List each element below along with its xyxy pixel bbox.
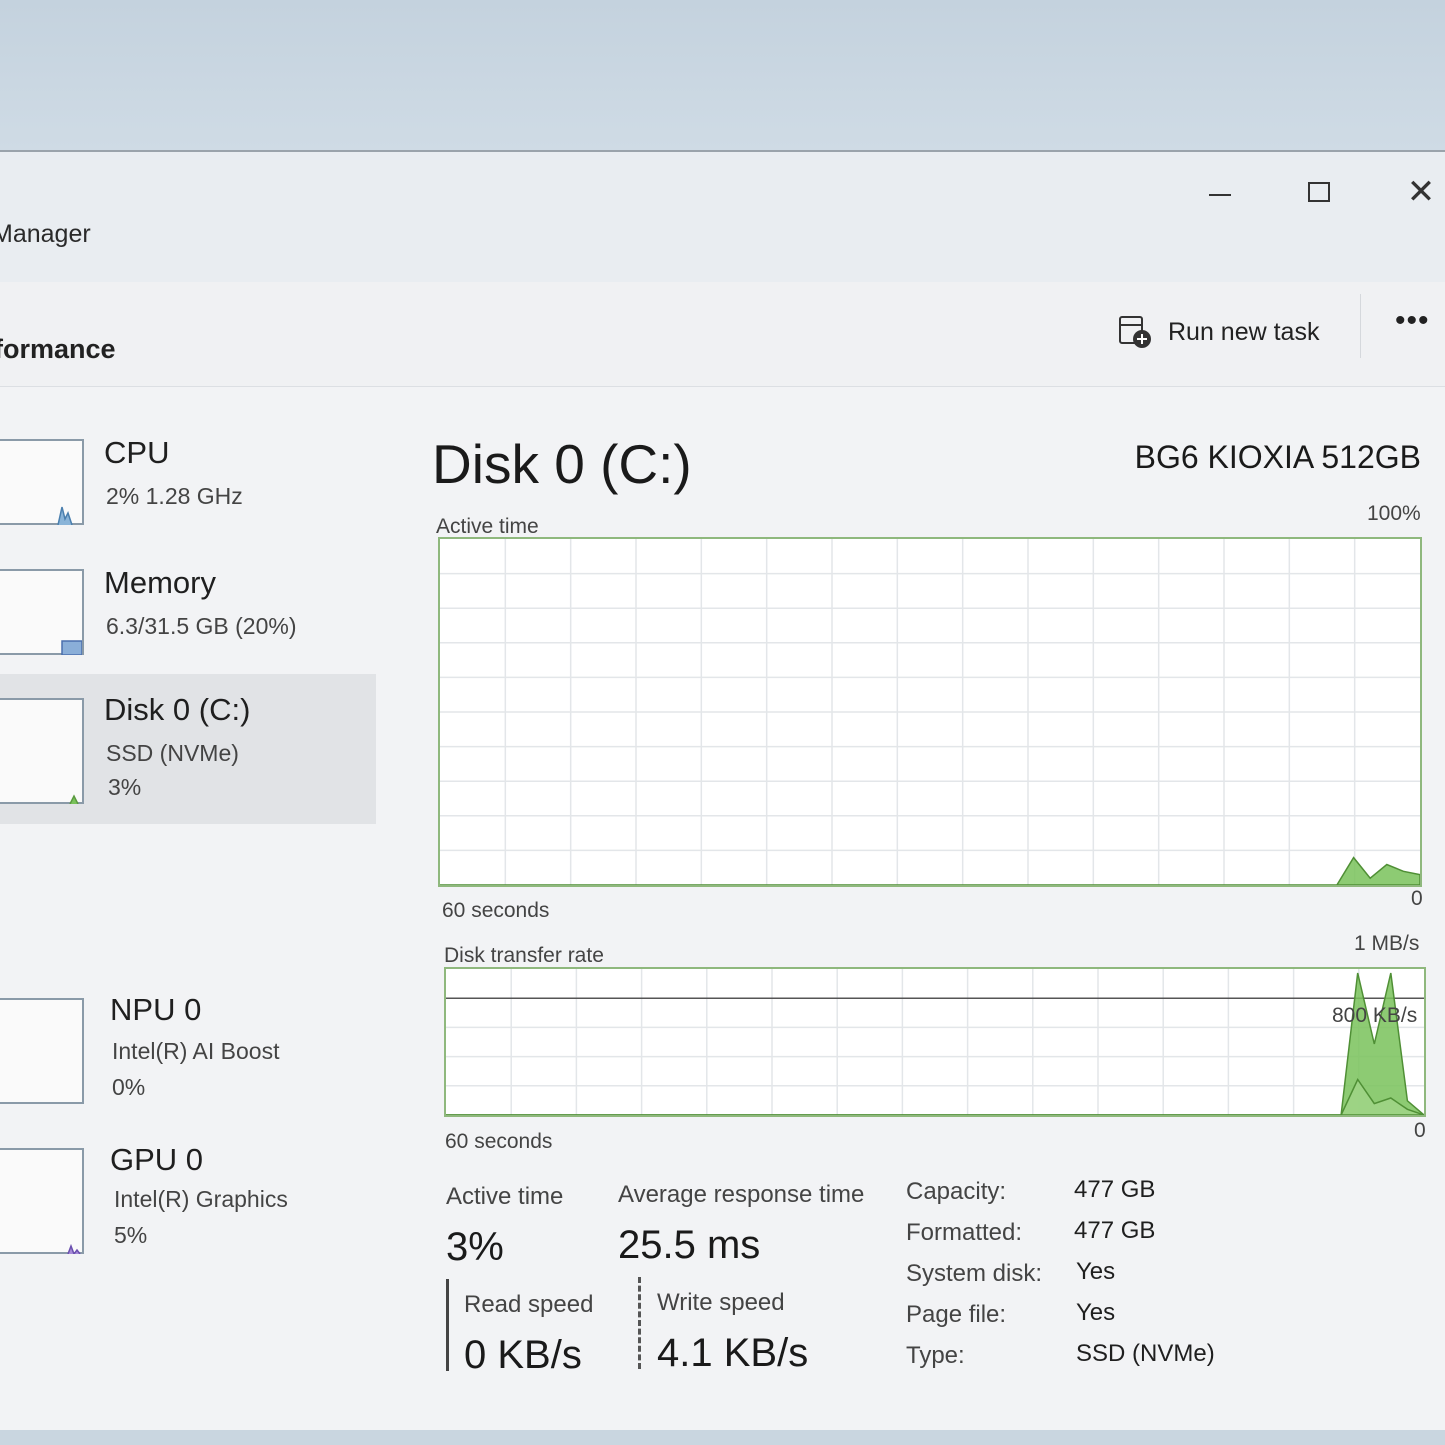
close-icon[interactable]: ✕ — [1396, 172, 1445, 212]
formatted-label: Formatted: — [906, 1219, 1023, 1246]
sidebar-item-memory[interactable]: Memory 6.3/31.5 GB (20%) — [0, 517, 376, 667]
more-options-icon[interactable]: ••• — [1395, 304, 1430, 338]
disk-model: BG6 KIOXIA 512GB — [1134, 439, 1421, 475]
series-area — [440, 856, 1420, 885]
active-time-stat-label: Active time — [446, 1183, 564, 1210]
transfer-rate-max-label: 1 MB/s — [1354, 932, 1420, 955]
avg-response-value: 25.5 ms — [618, 1223, 761, 1267]
system-disk-label: System disk: — [906, 1260, 1043, 1287]
transfer-rate-min-label: 0 — [1414, 1119, 1426, 1142]
disk-thumbnail — [0, 698, 84, 805]
sidebar-item-npu[interactable]: NPU 0 Intel(R) AI Boost 0% — [0, 824, 376, 1104]
sidebar-item-detail: SSD (NVMe) — [106, 740, 239, 766]
sidebar-item-usage: 5% — [114, 1222, 148, 1248]
sidebar-item-detail: 6.3/31.5 GB (20%) — [106, 613, 297, 639]
system-disk-value: Yes — [1076, 1258, 1116, 1285]
desktop-background — [0, 0, 1445, 150]
sidebar-item-name: GPU 0 — [110, 1142, 204, 1177]
active-time-chart — [440, 539, 1420, 885]
title-bar: Manager ✕ — [0, 152, 1445, 282]
sidebar-item-detail: 2% 1.28 GHz — [106, 483, 243, 509]
write-speed-label: Write speed — [657, 1289, 785, 1316]
transfer-rate-chart — [446, 969, 1424, 1115]
active-time-max-label: 100% — [1367, 502, 1421, 525]
sidebar-item-usage: 3% — [108, 774, 142, 800]
sidebar-item-name: Memory — [104, 565, 216, 600]
read-speed-divider — [446, 1279, 449, 1371]
write-speed-divider — [638, 1277, 641, 1369]
sidebar-item-disk[interactable]: Disk 0 (C:) SSD (NVMe) 3% — [0, 674, 376, 824]
transfer-rate-graph-label: Disk transfer rate — [444, 944, 604, 967]
sidebar-item-cpu[interactable]: CPU 2% 1.28 GHz — [0, 387, 376, 537]
transfer-rate-graph — [444, 967, 1426, 1117]
series-area — [446, 972, 1424, 1115]
write-speed-value: 4.1 KB/s — [657, 1331, 809, 1375]
formatted-value: 477 GB — [1074, 1217, 1156, 1244]
active-time-span-label: 60 seconds — [442, 899, 550, 922]
active-time-graph-label: Active time — [436, 515, 539, 538]
window-title: Manager — [0, 220, 91, 248]
active-time-stat-value: 3% — [446, 1225, 504, 1269]
avg-response-label: Average response time — [618, 1181, 865, 1208]
disk-detail-panel: Disk 0 (C:) BG6 KIOXIA 512GB Active time… — [420, 387, 1445, 1427]
capacity-label: Capacity: — [906, 1178, 1007, 1205]
sidebar-item-name: CPU — [104, 435, 170, 470]
sidebar-item-detail: Intel(R) Graphics — [114, 1186, 288, 1212]
gpu-thumbnail — [0, 1148, 84, 1256]
cpu-thumbnail — [0, 439, 84, 526]
page-file-label: Page file: — [906, 1301, 1007, 1328]
task-manager-window: Manager ✕ formance Run new task ••• CPU … — [0, 150, 1445, 1430]
memory-thumbnail — [0, 569, 84, 656]
disk-title: Disk 0 (C:) — [432, 433, 692, 495]
read-speed-value: 0 KB/s — [464, 1333, 582, 1377]
command-bar: formance Run new task ••• — [0, 282, 1445, 387]
performance-sidebar: CPU 2% 1.28 GHz Memory 6.3/31.5 GB (20%)… — [0, 387, 380, 1427]
active-time-min-label: 0 — [1411, 887, 1423, 910]
page-file-value: Yes — [1076, 1299, 1116, 1326]
type-value: SSD (NVMe) — [1076, 1340, 1215, 1367]
run-new-task-button[interactable]: Run new task — [1118, 310, 1319, 354]
run-task-icon — [1118, 315, 1152, 349]
read-speed-label: Read speed — [464, 1291, 594, 1318]
run-new-task-label: Run new task — [1168, 317, 1320, 346]
capacity-value: 477 GB — [1074, 1176, 1156, 1203]
type-label: Type: — [906, 1342, 965, 1369]
series-area — [446, 1077, 1424, 1115]
minimize-icon[interactable] — [1195, 172, 1245, 212]
sidebar-item-gpu[interactable]: GPU 0 Intel(R) Graphics 5% — [0, 974, 376, 1256]
transfer-rate-span-label: 60 seconds — [445, 1130, 553, 1153]
page-title: formance — [0, 334, 116, 364]
transfer-rate-mid-label: 800 KB/s — [1332, 1004, 1418, 1027]
sidebar-item-name: Disk 0 (C:) — [104, 692, 251, 727]
command-separator — [1360, 294, 1361, 358]
active-time-graph — [438, 537, 1422, 887]
maximize-icon[interactable] — [1294, 172, 1344, 212]
